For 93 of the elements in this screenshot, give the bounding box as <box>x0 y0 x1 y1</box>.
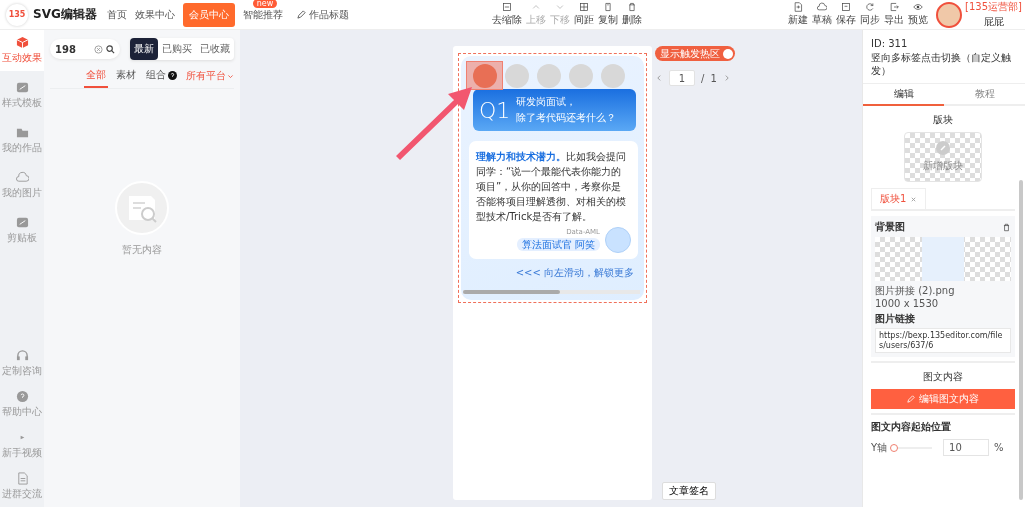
app-name: SVG编辑器 <box>33 6 97 23</box>
nav-link[interactable]: 首页 <box>106 7 127 22</box>
cube-icon <box>15 36 29 49</box>
effect-id: ID: 311 <box>871 38 909 49</box>
spacing-tool-button[interactable]: 间距 <box>572 2 597 27</box>
up-icon <box>531 2 542 12</box>
category-tab[interactable]: 组合 <box>144 68 179 88</box>
down-icon <box>555 2 566 12</box>
avatar-tab[interactable] <box>537 64 561 88</box>
copy-tool-button[interactable]: 复制 <box>596 2 621 27</box>
author-tag: 算法面试官 阿笑 <box>516 238 600 251</box>
effect-name: 竖向多标签点击切换（自定义触发） <box>871 51 1012 77</box>
avatar-tab[interactable] <box>601 64 625 88</box>
eye-action-button[interactable]: 预览 <box>906 2 931 27</box>
doc-icon <box>15 472 29 485</box>
filter-tab[interactable]: 最新 <box>130 38 158 60</box>
page-total: 1 <box>710 72 717 84</box>
cloud-action-button[interactable]: 草稿 <box>810 2 835 27</box>
cloud-icon <box>15 171 29 184</box>
template-icon <box>15 216 29 229</box>
signature-button[interactable]: 文章签名 <box>662 482 716 500</box>
avatar-tab[interactable] <box>473 64 497 88</box>
new-badge: new <box>252 0 278 8</box>
question-title: 研发岗面试， <box>516 95 578 109</box>
trash-icon[interactable] <box>1002 222 1011 232</box>
add-block-button[interactable]: 新增版块 <box>904 132 982 182</box>
page-input[interactable]: 1 <box>669 70 695 86</box>
category-tab[interactable]: 素材 <box>114 68 138 88</box>
question-title: 除了考代码还考什么？ <box>516 111 617 125</box>
spacing-icon <box>579 2 590 12</box>
template-icon <box>15 81 29 94</box>
new-action-button[interactable]: 新建 <box>786 2 811 27</box>
field-label: 图片链接 <box>875 312 916 326</box>
section-heading: 图文内容起始位置 <box>871 420 952 435</box>
file-name: 图片拼接 (2).png <box>875 284 955 298</box>
avatar <box>605 227 631 253</box>
panel-tab[interactable]: 编辑 <box>863 84 944 106</box>
avatar-tab[interactable] <box>505 64 529 88</box>
question-number: Q1 <box>479 97 511 123</box>
filter-tab[interactable]: 已购买 <box>158 38 196 60</box>
empty-message: 暂无内容 <box>122 243 162 257</box>
headset-icon <box>15 349 29 362</box>
empty-search-icon <box>115 181 169 235</box>
unit-label: % <box>994 442 1004 454</box>
new-icon <box>793 2 804 12</box>
close-icon[interactable] <box>910 195 918 203</box>
nav-link[interactable]: 智能推荐 <box>242 7 283 22</box>
previous-icon[interactable] <box>655 74 663 82</box>
user-role[interactable]: [135运营部] <box>965 0 1022 14</box>
scrollbar[interactable] <box>463 290 640 294</box>
section-heading: 版块 <box>932 113 954 127</box>
eye-icon <box>913 2 924 12</box>
block-tab[interactable]: 版块1 <box>871 188 927 209</box>
chevron-down-icon[interactable] <box>227 72 234 80</box>
cloud-icon <box>817 2 828 12</box>
clear-tool-button[interactable]: 去缩除 <box>490 2 525 27</box>
image-link-field[interactable]: https://bexp.135editor.com/files/users/637/6 <box>875 328 1011 354</box>
save-icon <box>841 2 852 12</box>
selection-frame[interactable] <box>466 61 503 90</box>
user-name: 屁屁 <box>983 15 1004 29</box>
copy-icon <box>603 2 614 12</box>
section-heading: 背景图 <box>875 220 905 234</box>
avatar <box>936 1 963 28</box>
clear-icon <box>502 2 513 12</box>
page-separator: / <box>701 72 705 84</box>
search-icon[interactable] <box>106 44 115 54</box>
sync-icon <box>865 2 876 12</box>
image-size: 1000 x 1530 <box>875 298 939 309</box>
answer-text: 理解力和技术潜力。比如我会提问同学：“说一个最能代表你能力的项目”，从你的回答中，考察你是否能将项目理解透彻、对相关的模型技术/Trick是否有了解。 <box>476 150 627 224</box>
logo: 135 <box>6 3 28 26</box>
axis-label: Y轴 <box>871 440 888 455</box>
panel-tab[interactable]: 教程 <box>944 84 1025 106</box>
delete-tool-button[interactable]: 删除 <box>620 2 645 27</box>
nav-link[interactable]: 效果中心 <box>134 7 175 22</box>
filter-tab[interactable]: 已收藏 <box>196 38 234 60</box>
export-action-button[interactable]: 导出 <box>882 2 907 27</box>
avatar-tab[interactable] <box>569 64 593 88</box>
pencil-icon <box>907 395 915 404</box>
search-field[interactable]: 198 <box>50 39 120 59</box>
export-icon <box>889 2 900 12</box>
folder-icon <box>15 126 29 139</box>
sync-action-button[interactable]: 同步 <box>858 2 883 27</box>
help-icon <box>168 70 177 80</box>
section-heading: 图文内容 <box>922 370 964 385</box>
document-title[interactable]: 作品标题 <box>308 7 349 22</box>
delete-icon <box>627 2 638 12</box>
help-icon <box>15 390 29 403</box>
save-action-button[interactable]: 保存 <box>834 2 859 27</box>
sidebar-item[interactable]: 互动效果 <box>0 30 44 71</box>
pencil-icon <box>296 10 306 19</box>
link-icon <box>936 141 950 155</box>
swipe-hint: <<< 向左滑动，解锁更多 <box>514 266 634 280</box>
position-input[interactable]: 10 <box>943 439 990 457</box>
